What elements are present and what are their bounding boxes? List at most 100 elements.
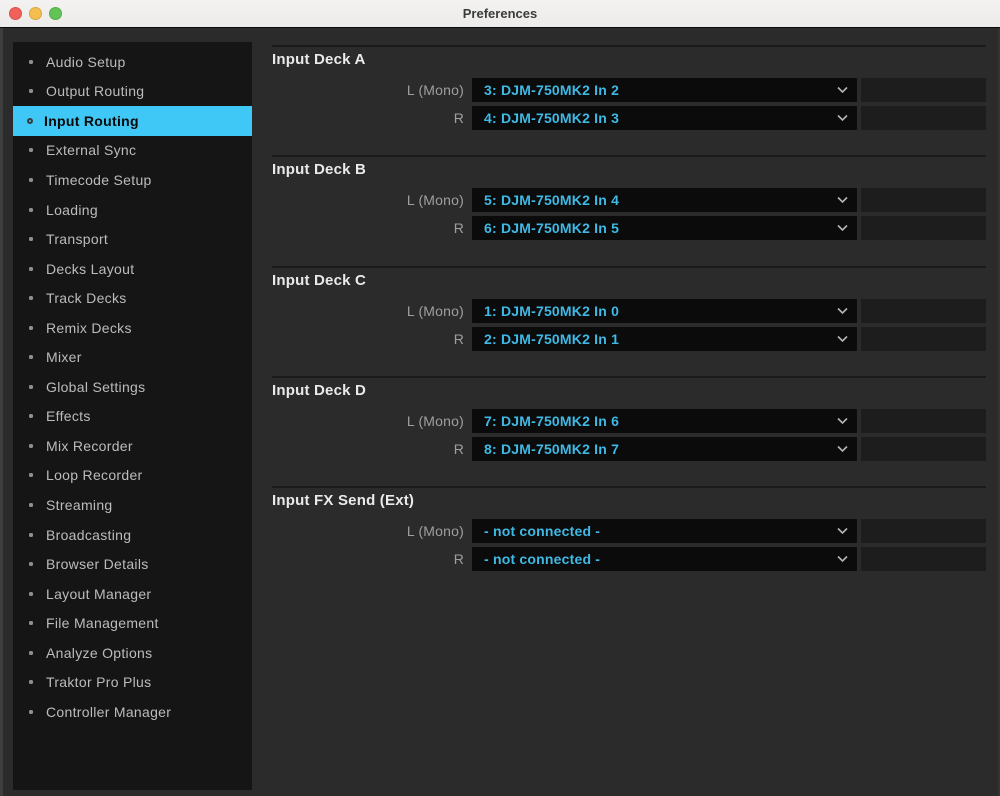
sidebar-item-output-routing[interactable]: Output Routing — [13, 77, 252, 107]
chevron-down-icon — [837, 528, 848, 535]
bullet-icon — [29, 207, 33, 212]
bullet-icon — [29, 355, 33, 360]
sidebar-item-streaming[interactable]: Streaming — [13, 490, 252, 520]
sidebar-item-external-sync[interactable]: External Sync — [13, 136, 252, 166]
input-channel-select[interactable]: 4: DJM-750MK2 In 3 — [472, 106, 857, 130]
input-channel-select[interactable]: 2: DJM-750MK2 In 1 — [472, 326, 857, 351]
bullet-icon — [29, 502, 33, 507]
input-channel-select[interactable]: 1: DJM-750MK2 In 0 — [472, 298, 857, 323]
input-channel-select[interactable]: 6: DJM-750MK2 In 5 — [472, 216, 857, 241]
close-icon[interactable] — [9, 7, 22, 20]
section-input-deck-d: Input Deck D L (Mono) 7: DJM-750MK2 In 6… — [272, 375, 986, 464]
sidebar-item-mixer[interactable]: Mixer — [13, 342, 252, 372]
input-level-meter — [861, 408, 986, 433]
sidebar-item-label: External Sync — [46, 142, 137, 159]
input-level-meter — [861, 78, 986, 102]
section-input-deck-a: Input Deck A L (Mono) 3: DJM-750MK2 In 2… — [272, 45, 986, 133]
input-level-meter — [861, 106, 986, 130]
window-edge-left — [0, 28, 3, 796]
channel-row: L (Mono) 3: DJM-750MK2 In 2 — [272, 78, 986, 102]
chevron-down-icon — [837, 556, 848, 563]
input-channel-select[interactable]: 8: DJM-750MK2 In 7 — [472, 436, 857, 461]
select-value: 7: DJM-750MK2 In 6 — [484, 412, 620, 429]
sidebar-item-track-decks[interactable]: Track Decks — [13, 283, 252, 313]
sidebar-item-traktor-pro-plus[interactable]: Traktor Pro Plus — [13, 667, 252, 697]
sidebar-item-remix-decks[interactable]: Remix Decks — [13, 313, 252, 343]
sidebar-item-file-management[interactable]: File Management — [13, 608, 252, 638]
channel-label: L (Mono) — [406, 412, 464, 429]
sidebar-item-label: Traktor Pro Plus — [46, 674, 152, 691]
bullet-icon — [29, 414, 33, 419]
channel-label: L (Mono) — [406, 192, 464, 209]
input-level-meter — [861, 298, 986, 323]
sidebar-item-decks-layout[interactable]: Decks Layout — [13, 254, 252, 284]
input-level-meter — [861, 519, 986, 544]
sidebar-item-browser-details[interactable]: Browser Details — [13, 549, 252, 579]
section-title: Input Deck C — [272, 271, 367, 289]
input-channel-select[interactable]: 7: DJM-750MK2 In 6 — [472, 408, 857, 433]
chevron-down-icon — [837, 417, 848, 425]
content: Input Deck A L (Mono) 3: DJM-750MK2 In 2… — [272, 28, 986, 796]
bullet-icon — [29, 591, 33, 596]
channel-label: R — [453, 220, 464, 237]
input-channel-select[interactable]: - not connected - — [472, 547, 857, 572]
sidebar-item-global-settings[interactable]: Global Settings — [13, 372, 252, 402]
bullet-icon — [29, 59, 33, 64]
input-channel-select[interactable]: 3: DJM-750MK2 In 2 — [472, 78, 857, 102]
sidebar-item-transport[interactable]: Transport — [13, 224, 252, 254]
sidebar-item-label: Analyze Options — [46, 644, 153, 661]
bullet-icon — [29, 177, 33, 182]
section-input-deck-b: Input Deck B L (Mono) 5: DJM-750MK2 In 4… — [272, 155, 986, 243]
channel-label: R — [453, 551, 464, 568]
channel-row: R 4: DJM-750MK2 In 3 — [272, 106, 986, 130]
select-value: 3: DJM-750MK2 In 2 — [484, 82, 620, 98]
bullet-icon — [29, 473, 33, 478]
channel-label: R — [453, 110, 464, 126]
sidebar-item-input-routing[interactable]: Input Routing — [13, 106, 252, 136]
window-controls — [9, 7, 62, 20]
sidebar-item-label: Browser Details — [46, 556, 149, 573]
select-value: 5: DJM-750MK2 In 4 — [484, 192, 620, 209]
input-channel-select[interactable]: - not connected - — [472, 519, 857, 544]
sidebar-item-label: Mixer — [46, 349, 82, 366]
sidebar-item-label: Remix Decks — [46, 319, 132, 336]
select-value: - not connected - — [484, 523, 601, 540]
channel-label: L (Mono) — [406, 523, 464, 540]
bullet-icon — [29, 384, 33, 389]
sidebar-item-loop-recorder[interactable]: Loop Recorder — [13, 461, 252, 491]
chevron-down-icon — [837, 86, 848, 94]
bullet-icon — [29, 443, 33, 448]
input-channel-select[interactable]: 5: DJM-750MK2 In 4 — [472, 188, 857, 213]
sidebar-item-controller-manager[interactable]: Controller Manager — [13, 697, 252, 727]
sidebar-item-label: Decks Layout — [46, 260, 135, 277]
sidebar: Audio Setup Output Routing Input Routing… — [13, 42, 252, 790]
bullet-icon — [29, 621, 33, 626]
sidebar-item-label: Controller Manager — [46, 703, 172, 720]
sidebar-item-label: Global Settings — [46, 378, 146, 395]
sidebar-item-effects[interactable]: Effects — [13, 402, 252, 432]
sidebar-item-mix-recorder[interactable]: Mix Recorder — [13, 431, 252, 461]
minimize-icon[interactable] — [29, 7, 42, 20]
bullet-icon — [29, 325, 33, 330]
channel-row: R 8: DJM-750MK2 In 7 — [272, 436, 986, 461]
sidebar-item-label: Mix Recorder — [46, 437, 133, 454]
sidebar-item-layout-manager[interactable]: Layout Manager — [13, 579, 252, 609]
select-value: 6: DJM-750MK2 In 5 — [484, 220, 620, 237]
channel-label: R — [453, 330, 464, 347]
sidebar-item-audio-setup[interactable]: Audio Setup — [13, 47, 252, 77]
section-title: Input Deck D — [272, 381, 367, 399]
sidebar-item-label: Loading — [46, 201, 98, 218]
titlebar: Preferences — [0, 0, 1000, 28]
select-value: 4: DJM-750MK2 In 3 — [484, 110, 620, 126]
sidebar-item-analyze-options[interactable]: Analyze Options — [13, 638, 252, 668]
sidebar-item-broadcasting[interactable]: Broadcasting — [13, 520, 252, 550]
sidebar-item-label: Transport — [46, 231, 109, 248]
sidebar-item-timecode-setup[interactable]: Timecode Setup — [13, 165, 252, 195]
chevron-down-icon — [837, 307, 848, 314]
sidebar-item-loading[interactable]: Loading — [13, 195, 252, 225]
channel-row: L (Mono) 5: DJM-750MK2 In 4 — [272, 188, 986, 213]
section-input-deck-c: Input Deck C L (Mono) 1: DJM-750MK2 In 0… — [272, 265, 986, 354]
zoom-icon[interactable] — [49, 7, 62, 20]
bullet-icon — [29, 532, 33, 537]
section-input-fx-send-ext: Input FX Send (Ext) L (Mono) - not conne… — [272, 486, 986, 574]
